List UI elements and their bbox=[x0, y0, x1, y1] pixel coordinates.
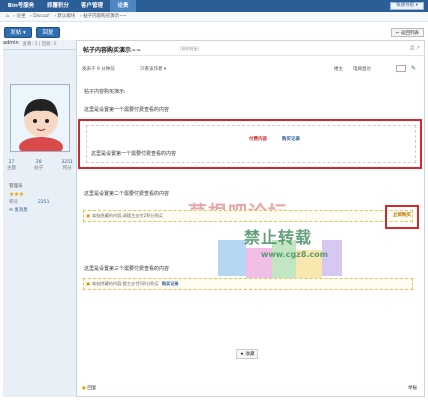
breadcrumb-item[interactable]: › 帖子内容购买演示~~ bbox=[80, 14, 127, 19]
quick-nav-button[interactable]: 快速导航 ▾ bbox=[390, 2, 424, 10]
breadcrumb: ⌂ › 论坐 › Discuz! › 默认版块 › 帖子内容购买演示~~ bbox=[0, 12, 428, 22]
posted-time: 发表于 9 分钟前 bbox=[82, 67, 115, 72]
paid-content-inner: 付费内容 购买记录 这里是设置第一个需要付费查看的内容 bbox=[86, 125, 416, 163]
reply-button[interactable]: 回复 bbox=[36, 27, 60, 38]
post-title-row: 帖子内容购买演示~~ [复制链接] ⎙ ↗ bbox=[78, 40, 425, 56]
buy-record-link-3[interactable]: 购买记录 bbox=[162, 281, 179, 286]
print-share-icon[interactable]: ⎙ ↗ bbox=[410, 45, 420, 51]
jump-label: 电梯直达 bbox=[353, 67, 371, 72]
hidden-content-notice-2: ▣ 本帖隐藏的内容,请楼主支付2积分购买 bbox=[83, 210, 413, 222]
back-to-list-button[interactable]: ← 返回列表 bbox=[390, 28, 424, 37]
paid-content-label: 付费内容 bbox=[249, 137, 267, 142]
post-title: 帖子内容购买演示~~ bbox=[83, 47, 142, 54]
points-value: 2251 bbox=[38, 200, 50, 205]
buy-now-highlight bbox=[385, 205, 419, 229]
avatar-image bbox=[11, 85, 69, 151]
post-intro: 帖子内容购买演示: bbox=[84, 89, 126, 95]
reply-link[interactable]: ● 回复 bbox=[82, 385, 96, 391]
stat-points[interactable]: 2251 积分 bbox=[62, 160, 73, 171]
post-line-1: 这里是设置第一个需要付费查看的内容 bbox=[84, 107, 170, 113]
action-bar: 发帖 ▾ 回复 ← 返回列表 bbox=[0, 24, 428, 40]
nav-tab-forum[interactable]: 论贵 bbox=[110, 0, 136, 12]
favorite-button[interactable]: ★ 收藏 bbox=[236, 349, 259, 359]
lock-icon: ▣ bbox=[86, 281, 90, 286]
only-author-link[interactable]: 只看该作者 ▾ bbox=[140, 66, 166, 72]
reply-label: 回复 bbox=[87, 386, 97, 391]
hidden-content-notice-3: ▣ 本帖隐藏的内容,楼主支付5积分购买 购买记录 bbox=[83, 278, 413, 290]
paid-content-text: 这里是设置第一个需要付费查看的内容 bbox=[91, 151, 177, 157]
floor-jump-input[interactable] bbox=[396, 65, 406, 72]
copy-link[interactable]: [复制链接] bbox=[180, 46, 199, 52]
nav-tab-points[interactable]: 抓覆积分 bbox=[42, 0, 74, 12]
nav-tab-service[interactable]: Bin号服务 bbox=[2, 0, 40, 12]
watermark-url: www.cgz8.com bbox=[261, 250, 329, 259]
breadcrumb-home-icon[interactable]: ⌂ bbox=[6, 14, 9, 19]
points-row: 积分 2251 bbox=[9, 199, 49, 205]
top-navigation: Bin号服务 抓覆积分 客户管理 论贵 快速导航 ▾ bbox=[0, 0, 428, 12]
watermark-subtitle: 禁止转载 bbox=[244, 228, 313, 247]
buy-record-link[interactable]: 购买记录 bbox=[282, 136, 300, 142]
points-label: 积分 bbox=[9, 200, 18, 205]
breadcrumb-item[interactable]: › 默认版块 bbox=[54, 14, 75, 19]
breadcrumb-item[interactable]: › 论坐 bbox=[13, 14, 25, 19]
stat-threads[interactable]: 27 主题 bbox=[7, 160, 16, 171]
rank-stars-icon: ★★★ bbox=[9, 191, 24, 198]
post-main: 帖子内容购买演示~~ [复制链接] ⎙ ↗ 发表于 9 分钟前 只看该作者 ▾ … bbox=[78, 40, 425, 397]
post-line-2: 这里是设置第二个需要付费查看的内容 bbox=[84, 191, 170, 197]
paid-content-box-1: 付费内容 购买记录 这里是设置第一个需要付费查看的内容 bbox=[78, 119, 422, 169]
author-stats: 27 主题 28 帖子 2251 积分 bbox=[7, 160, 73, 171]
post-meta: 发表于 9 分钟前 只看该作者 ▾ 楼主 电梯直达 ✎ bbox=[78, 65, 425, 76]
new-post-button[interactable]: 发帖 ▾ bbox=[4, 27, 32, 38]
reply-icon: ● bbox=[82, 386, 86, 391]
report-link[interactable]: 举报 bbox=[408, 385, 417, 391]
breadcrumb-item[interactable]: › Discuz! bbox=[30, 14, 50, 19]
floor-label: 楼主 bbox=[334, 67, 343, 72]
send-message-link[interactable]: ✉ 发消息 bbox=[9, 207, 28, 213]
post-line-3: 这里是设置第三个需要付费查看的内容 bbox=[84, 266, 170, 272]
user-role: 管理员 bbox=[9, 184, 23, 189]
nav-tab-customers[interactable]: 客户管理 bbox=[76, 0, 108, 12]
author-username[interactable]: admin bbox=[3, 40, 77, 46]
edit-pen-icon[interactable]: ✎ bbox=[411, 65, 416, 72]
lock-icon: ▣ bbox=[86, 213, 90, 218]
avatar[interactable] bbox=[10, 84, 70, 152]
stat-posts[interactable]: 28 帖子 bbox=[34, 160, 43, 171]
